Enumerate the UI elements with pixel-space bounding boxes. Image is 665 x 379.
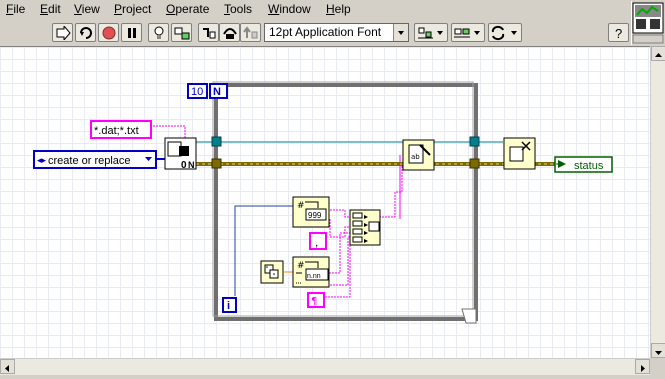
svg-text:ab: ab [411, 153, 420, 161]
chevron-left-icon [5, 365, 9, 372]
scroll-down-button[interactable] [651, 343, 665, 358]
svg-text:?: ? [615, 26, 622, 40]
for-loop[interactable] [212, 81, 478, 324]
scroll-left-button[interactable] [0, 359, 15, 374]
vi-icon-graphic [632, 2, 664, 44]
enum-increment-icon: ◂▸ [37, 156, 47, 166]
step-over-icon [223, 28, 237, 39]
menu-edit[interactable]: Edit [40, 2, 61, 16]
abort-button[interactable] [98, 23, 119, 42]
horizontal-scrollbar[interactable] [0, 358, 650, 375]
distribute-icon [454, 28, 480, 38]
distribute-objects-button[interactable] [451, 23, 485, 42]
svg-text:N: N [213, 86, 221, 98]
menu-bar: File Edit View Project Operate Tools Win… [0, 0, 630, 20]
error-tunnel-right[interactable] [469, 158, 480, 169]
step-into-button[interactable] [198, 23, 219, 42]
svg-text:N: N [188, 160, 195, 170]
menu-project[interactable]: Project [114, 2, 151, 16]
vi-icon[interactable] [631, 1, 664, 45]
close-file-node[interactable] [503, 137, 536, 170]
step-out-icon [243, 26, 258, 39]
open-create-file-node[interactable]: 0 N [164, 137, 197, 171]
run-arrow-icon [56, 26, 71, 40]
vertical-scrollbar[interactable] [650, 46, 665, 358]
iteration-terminal[interactable]: i [222, 297, 237, 313]
svg-text:i: i [227, 300, 230, 312]
pause-icon [128, 28, 136, 38]
disk-icon [179, 146, 189, 156]
scroll-up-button[interactable] [651, 46, 665, 61]
svg-text:n.nn: n.nn [307, 273, 321, 280]
comma-string-constant[interactable]: , [309, 232, 327, 250]
block-diagram[interactable]: 10 N i *.dat;*.txt ◂▸ create or replace [0, 46, 650, 359]
svg-text:0: 0 [181, 160, 187, 171]
menu-tools[interactable]: Tools [224, 2, 252, 16]
chevron-down-icon [393, 24, 408, 41]
status-indicator[interactable]: status [554, 156, 613, 173]
diagram-canvas: 10 N i *.dat;*.txt ◂▸ create or replace [33, 81, 613, 324]
toolbar: 12pt Application Font ? [0, 20, 630, 46]
font-selector[interactable]: 12pt Application Font [264, 23, 409, 42]
step-out-button[interactable] [240, 23, 261, 42]
menu-operate[interactable]: Operate [166, 2, 209, 16]
retain-wire-values-button[interactable] [171, 23, 192, 42]
file-pattern-constant[interactable]: *.dat;*.txt [90, 120, 152, 139]
end-of-line-constant[interactable]: ¶ [307, 292, 325, 308]
number-to-decimal-string-node[interactable]: # 999 [292, 196, 330, 228]
menu-view[interactable]: View [74, 2, 100, 16]
svg-text:*.dat;*.txt: *.dat;*.txt [94, 125, 139, 137]
svg-text:999: 999 [308, 211, 322, 220]
stop-icon [102, 26, 116, 40]
svg-text:#: # [297, 201, 305, 211]
run-continuously-icon [80, 27, 92, 39]
run-button[interactable] [52, 23, 73, 42]
svg-text:,: , [315, 235, 318, 249]
pause-button[interactable] [121, 23, 142, 42]
concatenate-strings-node[interactable] [349, 209, 381, 246]
operation-enum-constant[interactable]: ◂▸ create or replace [33, 150, 157, 169]
menu-window[interactable]: Window [268, 2, 311, 16]
error-tunnel-left[interactable] [211, 158, 222, 169]
chevron-up-icon [655, 53, 662, 57]
svg-text:10: 10 [191, 86, 203, 98]
reorder-icon [491, 25, 517, 41]
lightbulb-icon [154, 26, 164, 39]
menu-help[interactable]: Help [326, 2, 351, 16]
step-into-icon [203, 28, 216, 39]
loop-count-terminal[interactable]: N [209, 83, 228, 99]
highlight-execution-button[interactable] [148, 23, 169, 42]
help-icon: ? [615, 26, 622, 40]
probe-icon [174, 27, 190, 40]
loop-count-constant[interactable]: 10 [187, 83, 208, 99]
run-continuously-button[interactable] [75, 23, 96, 42]
scrollbar-corner [650, 358, 665, 375]
svg-text:#: # [297, 261, 305, 271]
chevron-right-icon [641, 365, 645, 372]
menu-file[interactable]: File [6, 2, 25, 16]
refnum-tunnel-right[interactable] [469, 136, 480, 147]
svg-text:create or replace: create or replace [48, 155, 131, 167]
random-number-node[interactable] [260, 260, 284, 284]
align-icon [418, 27, 443, 39]
scroll-right-button[interactable] [635, 359, 650, 374]
context-help-button[interactable]: ? [608, 23, 629, 42]
number-to-fractional-string-node[interactable]: # n.nn [292, 256, 330, 288]
reorder-button[interactable] [488, 23, 522, 42]
refnum-tunnel-left[interactable] [211, 136, 222, 147]
write-text-file-node[interactable]: ab [402, 139, 435, 171]
svg-text:¶: ¶ [311, 296, 317, 307]
svg-text:status: status [574, 160, 604, 172]
align-objects-button[interactable] [414, 23, 448, 42]
step-over-button[interactable] [219, 23, 240, 42]
